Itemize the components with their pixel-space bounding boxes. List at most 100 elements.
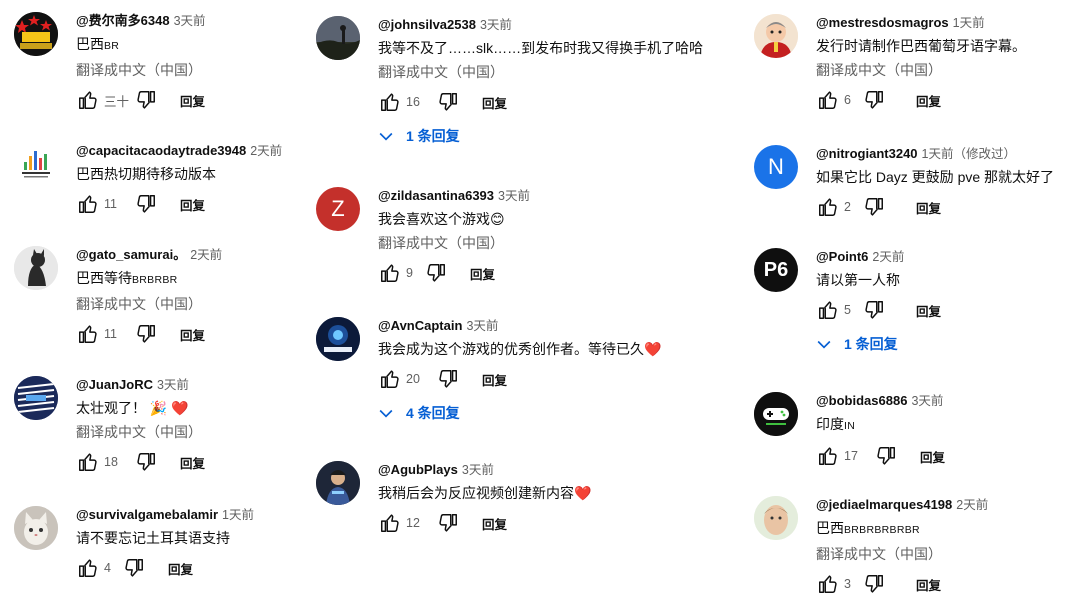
like-button[interactable] [816, 444, 840, 468]
dislike-button[interactable] [862, 88, 886, 112]
comment-author[interactable]: @JuanJoRC [76, 377, 153, 392]
comment-time[interactable]: 2天前 [250, 144, 282, 158]
reply-button[interactable]: 回复 [916, 575, 941, 594]
reply-button[interactable]: 回复 [180, 91, 205, 110]
reply-button[interactable]: 回复 [180, 453, 205, 472]
dislike-button[interactable] [862, 195, 886, 219]
like-button[interactable] [816, 88, 840, 112]
like-button[interactable] [76, 322, 100, 346]
dislike-button[interactable] [874, 444, 898, 468]
avatar[interactable] [754, 14, 798, 58]
dislike-button[interactable] [134, 322, 158, 346]
reply-button[interactable]: 回复 [916, 91, 941, 110]
avatar[interactable] [14, 12, 58, 56]
comment-time[interactable]: 3天前 [157, 378, 189, 392]
comment-author[interactable]: @AvnCaptain [378, 318, 462, 333]
like-button[interactable] [76, 88, 100, 112]
view-replies-button[interactable]: 4 条回复 [376, 403, 646, 423]
comment-author[interactable]: @survivalgamebalamir [76, 507, 218, 522]
thumbs-up-icon [381, 370, 399, 388]
dislike-button[interactable] [134, 88, 158, 112]
translate-button[interactable]: 翻译成中文（中国） [378, 233, 646, 253]
view-replies-button[interactable]: 1 条回复 [376, 126, 646, 146]
game-logo-avatar-icon [316, 317, 360, 361]
like-button[interactable] [378, 367, 402, 391]
translate-button[interactable]: 翻译成中文（中国） [76, 294, 344, 314]
avatar[interactable] [316, 16, 360, 60]
like-button[interactable] [816, 298, 840, 322]
comment-author[interactable]: @Point6 [816, 249, 868, 264]
comment-time[interactable]: 3天前 [498, 189, 530, 203]
comment-time[interactable]: 1天前 [222, 508, 254, 522]
comment-author[interactable]: @费尔南多6348 [76, 13, 170, 28]
like-button[interactable] [76, 450, 100, 474]
comment-author[interactable]: @bobidas6886 [816, 393, 907, 408]
dislike-button[interactable] [436, 90, 460, 114]
avatar[interactable] [14, 376, 58, 420]
like-button[interactable] [816, 572, 840, 596]
like-button[interactable] [378, 511, 402, 535]
like-button[interactable] [816, 195, 840, 219]
avatar[interactable] [14, 246, 58, 290]
reply-button[interactable]: 回复 [916, 198, 941, 217]
avatar[interactable] [14, 142, 58, 186]
comment-author[interactable]: @jediaelmarques4198 [816, 497, 952, 512]
translate-button[interactable]: 翻译成中文（中国） [76, 60, 344, 80]
avatar[interactable] [754, 496, 798, 540]
avatar[interactable] [754, 392, 798, 436]
dislike-button[interactable] [122, 556, 146, 580]
translate-button[interactable]: 翻译成中文（中国） [76, 422, 344, 442]
reply-button[interactable]: 回复 [168, 559, 193, 578]
avatar[interactable]: Z [316, 187, 360, 231]
comment-time[interactable]: 2天前 [872, 250, 904, 264]
avatar[interactable]: P6 [754, 248, 798, 292]
translate-button[interactable]: 翻译成中文（中国） [378, 62, 646, 82]
reply-button[interactable]: 回复 [916, 301, 941, 320]
avatar[interactable]: N [754, 145, 798, 189]
comment-time[interactable]: 1天前 [953, 16, 985, 30]
comment-time[interactable]: 2天前 [956, 498, 988, 512]
avatar[interactable] [316, 461, 360, 505]
dislike-button[interactable] [424, 261, 448, 285]
dislike-button[interactable] [134, 192, 158, 216]
dislike-button[interactable] [436, 367, 460, 391]
reply-button[interactable]: 回复 [920, 447, 945, 466]
comment-time[interactable]: 3天前 [174, 14, 206, 28]
like-button[interactable] [76, 556, 100, 580]
avatar[interactable] [316, 317, 360, 361]
translate-button[interactable]: 翻译成中文（中国） [816, 60, 1080, 80]
comment-time[interactable]: 3天前 [911, 394, 943, 408]
dislike-button[interactable] [134, 450, 158, 474]
avatar-letter: Z [331, 196, 345, 221]
comment-time[interactable]: 1天前（修改过） [922, 147, 1016, 161]
reply-button[interactable]: 回复 [482, 93, 507, 112]
comment-author[interactable]: @nitrogiant3240 [816, 146, 918, 161]
reply-button[interactable]: 回复 [180, 195, 205, 214]
comment-author[interactable]: @AgubPlays [378, 462, 458, 477]
dislike-button[interactable] [862, 572, 886, 596]
translate-button[interactable]: 翻译成中文（中国） [816, 544, 1080, 564]
reply-button[interactable]: 回复 [470, 264, 495, 283]
reply-button[interactable]: 回复 [180, 325, 205, 344]
like-button[interactable] [378, 90, 402, 114]
thumbs-down-icon [865, 301, 883, 319]
comment-author[interactable]: @gato_samurai。 [76, 247, 186, 262]
like-button[interactable] [378, 261, 402, 285]
comment-time[interactable]: 2天前 [190, 248, 222, 262]
dislike-button[interactable] [862, 298, 886, 322]
comment-author[interactable]: @mestresdosmagros [816, 15, 949, 30]
comment-author[interactable]: @capacitacaodaytrade3948 [76, 143, 246, 158]
dislike-button[interactable] [436, 511, 460, 535]
avatar[interactable] [14, 506, 58, 550]
like-count: 18 [104, 455, 118, 469]
comment-time[interactable]: 3天前 [480, 18, 512, 32]
reply-button[interactable]: 回复 [482, 514, 507, 533]
comment-time[interactable]: 3天前 [466, 319, 498, 333]
comment-author[interactable]: @johnsilva2538 [378, 17, 476, 32]
comment-author[interactable]: @zildasantina6393 [378, 188, 494, 203]
reply-button[interactable]: 回复 [482, 370, 507, 389]
comment-text-small: BRBRBR [132, 274, 178, 286]
comment-time[interactable]: 3天前 [462, 463, 494, 477]
view-replies-button[interactable]: 1 条回复 [814, 334, 1080, 354]
like-button[interactable] [76, 192, 100, 216]
